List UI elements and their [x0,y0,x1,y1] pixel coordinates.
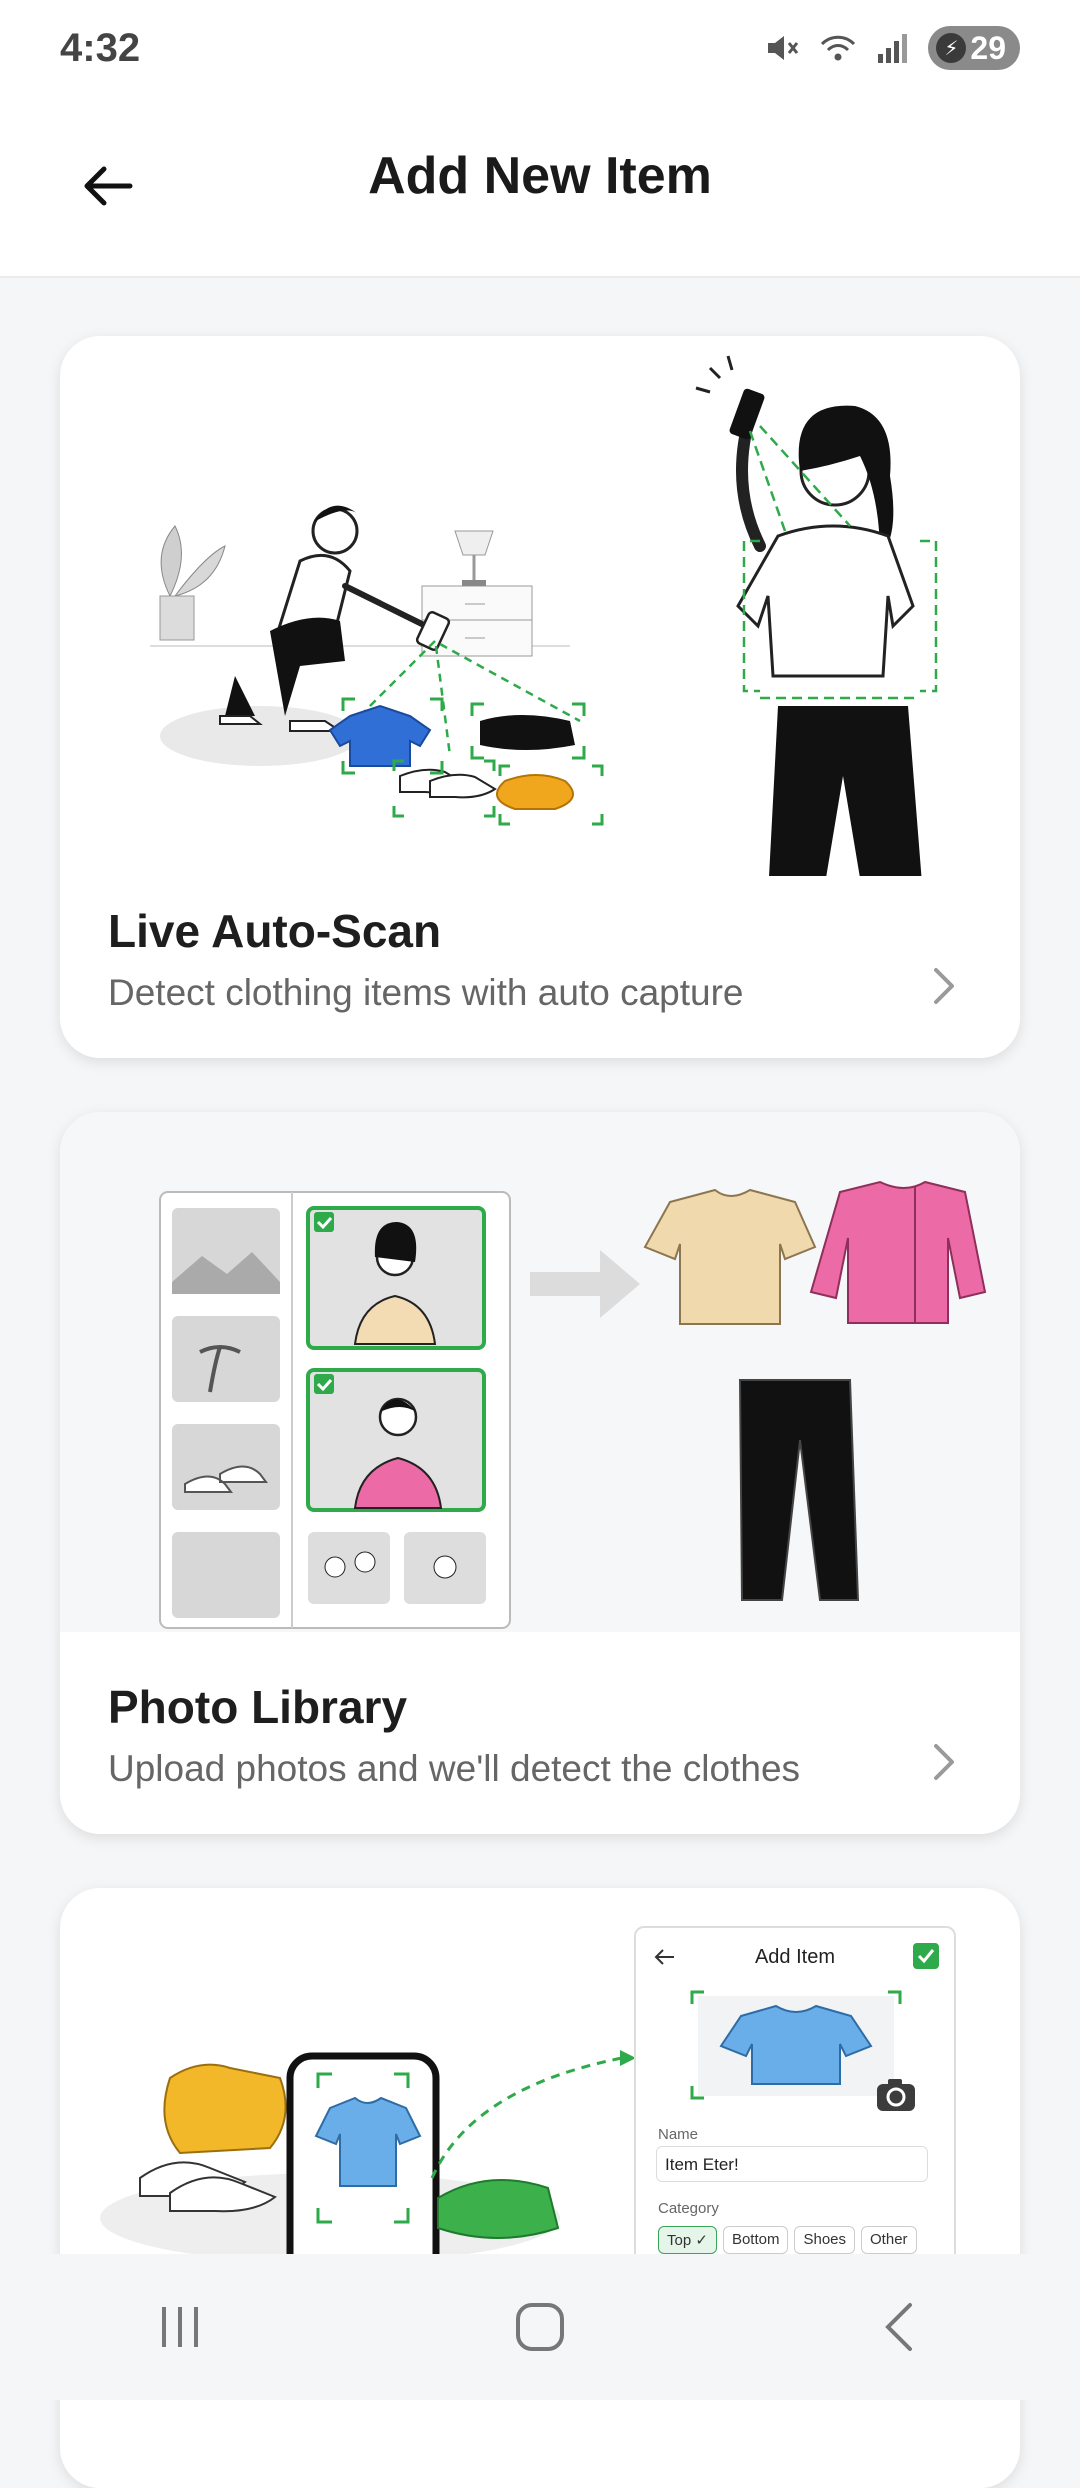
name-field: Item Eter! [656,2146,928,2182]
chevron-right-icon [934,968,954,1004]
auto-scan-illustration [150,355,938,876]
back-nav-icon [885,2303,912,2351]
wifi-icon [821,35,856,61]
home-icon [516,2303,564,2351]
home-button[interactable] [480,2267,600,2387]
status-icons: ⚡ 29 [764,24,1020,72]
battery-icon: ⚡ 29 [928,26,1020,70]
page-title: Add New Item [368,147,712,205]
app-bar: Add New Item [0,96,1080,278]
preview-title: Add Item [754,1946,836,1968]
recent-apps-icon [162,2307,198,2347]
battery-level: 29 [970,29,1006,66]
category-label: Category [658,2200,719,2217]
shirt-preview [690,1990,902,2100]
option-subtitle: Upload photos and we'll detect the cloth… [108,1748,801,1789]
live-auto-scan-card[interactable]: Live Auto-Scan Detect clothing items wit… [60,336,1020,1058]
mute-icon [768,36,799,60]
option-title: Live Auto-Scan [108,905,442,957]
photo-library-card[interactable]: Photo Library Upload photos and we'll de… [60,1112,1020,1834]
category-chip-top: Top ✓ [658,2226,717,2254]
category-chips: Top ✓ Bottom Shoes Other [658,2226,917,2254]
category-chip-shoes: Shoes [794,2226,856,2254]
recent-apps-button[interactable] [120,2267,240,2387]
system-nav-bar [0,2254,1080,2400]
camera-icon [877,2079,915,2111]
signal-icon [878,34,908,63]
chevron-right-icon [934,1744,954,1780]
category-chip-other: Other [861,2226,917,2254]
add-item-preview: Add Item Name Item Eter! Category Top ✓ … [634,1926,956,2270]
checkbox-icon [913,1943,939,1969]
name-label: Name [658,2126,699,2143]
option-title: Photo Library [108,1681,408,1733]
status-time: 4:32 [60,26,141,70]
system-back-button[interactable] [840,2267,960,2387]
category-chip-bottom: Bottom [722,2226,789,2254]
status-bar: 4:32 ⚡ 29 [0,0,1080,96]
option-subtitle: Detect clothing items with auto capture [108,972,744,1013]
photo-library-illustration [60,1112,1020,1632]
